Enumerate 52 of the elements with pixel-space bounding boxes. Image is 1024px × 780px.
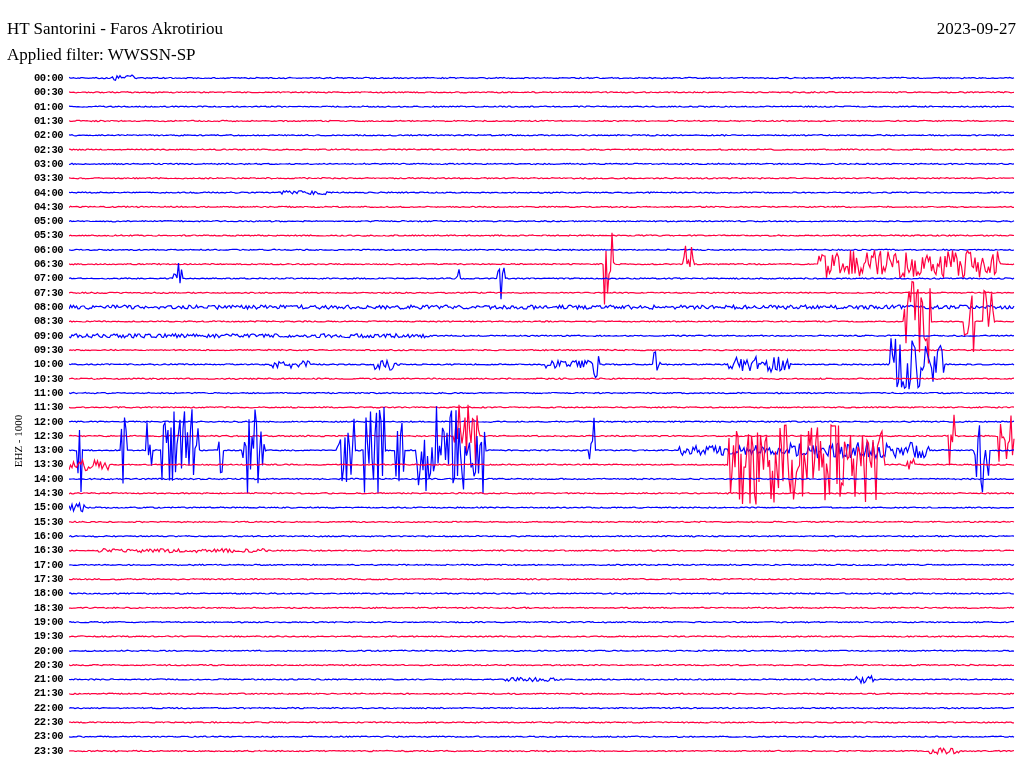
station-title: HT Santorini - Faros Akrotiriou (7, 18, 223, 40)
time-label: 13:00 (34, 443, 63, 458)
time-label: 21:30 (34, 686, 63, 701)
time-label: 02:30 (34, 142, 63, 157)
time-label: 12:30 (34, 428, 63, 444)
time-label: 06:00 (34, 242, 63, 258)
time-label: 04:30 (34, 199, 63, 215)
time-label: 16:30 (34, 543, 63, 558)
channel-label: EHZ - 1000 (10, 414, 25, 468)
filter-label: Applied filter: WWSSN-SP (7, 45, 196, 64)
time-label: 00:30 (34, 85, 63, 100)
time-label: 22:00 (34, 700, 63, 716)
time-label: 14:00 (34, 471, 63, 487)
time-label: 13:30 (34, 457, 63, 472)
time-label: 05:30 (34, 228, 63, 243)
time-label: 17:00 (34, 557, 63, 572)
time-label: 09:30 (34, 342, 63, 358)
time-label: 15:30 (34, 514, 63, 529)
time-label: 19:00 (34, 614, 63, 630)
time-label: 16:00 (34, 529, 63, 544)
time-label: 12:00 (34, 414, 63, 429)
time-label: 17:30 (34, 571, 63, 587)
time-label: 00:00 (34, 71, 63, 86)
time-label: 02:00 (34, 128, 63, 143)
time-label: 20:00 (34, 643, 63, 658)
time-label: 19:30 (34, 629, 63, 644)
time-label: 14:30 (34, 486, 63, 501)
time-label: 08:00 (34, 300, 63, 315)
time-label: 11:30 (34, 400, 63, 415)
time-label: 18:00 (34, 586, 63, 601)
time-label: 05:00 (34, 214, 63, 229)
time-label: 11:00 (34, 385, 63, 401)
time-label: 09:00 (34, 328, 63, 343)
time-label: 21:00 (34, 672, 63, 687)
time-label: 08:30 (34, 314, 63, 329)
time-label: 10:30 (34, 371, 63, 386)
time-label: 03:30 (34, 171, 63, 186)
time-label: 15:00 (34, 500, 63, 515)
time-label: 01:30 (34, 113, 63, 129)
time-label: 23:30 (34, 743, 63, 758)
time-label: 18:30 (34, 600, 63, 615)
time-label: 07:00 (34, 271, 63, 286)
time-label: 03:00 (34, 156, 63, 172)
time-label: 22:30 (34, 715, 63, 730)
time-label: 23:00 (34, 729, 63, 744)
time-label: 04:00 (34, 185, 63, 200)
time-label: 01:00 (34, 99, 63, 114)
time-label: 06:30 (34, 257, 63, 272)
time-label: 07:30 (34, 285, 63, 300)
time-label: 20:30 (34, 657, 63, 673)
date-label: 2023-09-27 (936, 18, 1016, 40)
time-label: 10:00 (34, 357, 63, 372)
